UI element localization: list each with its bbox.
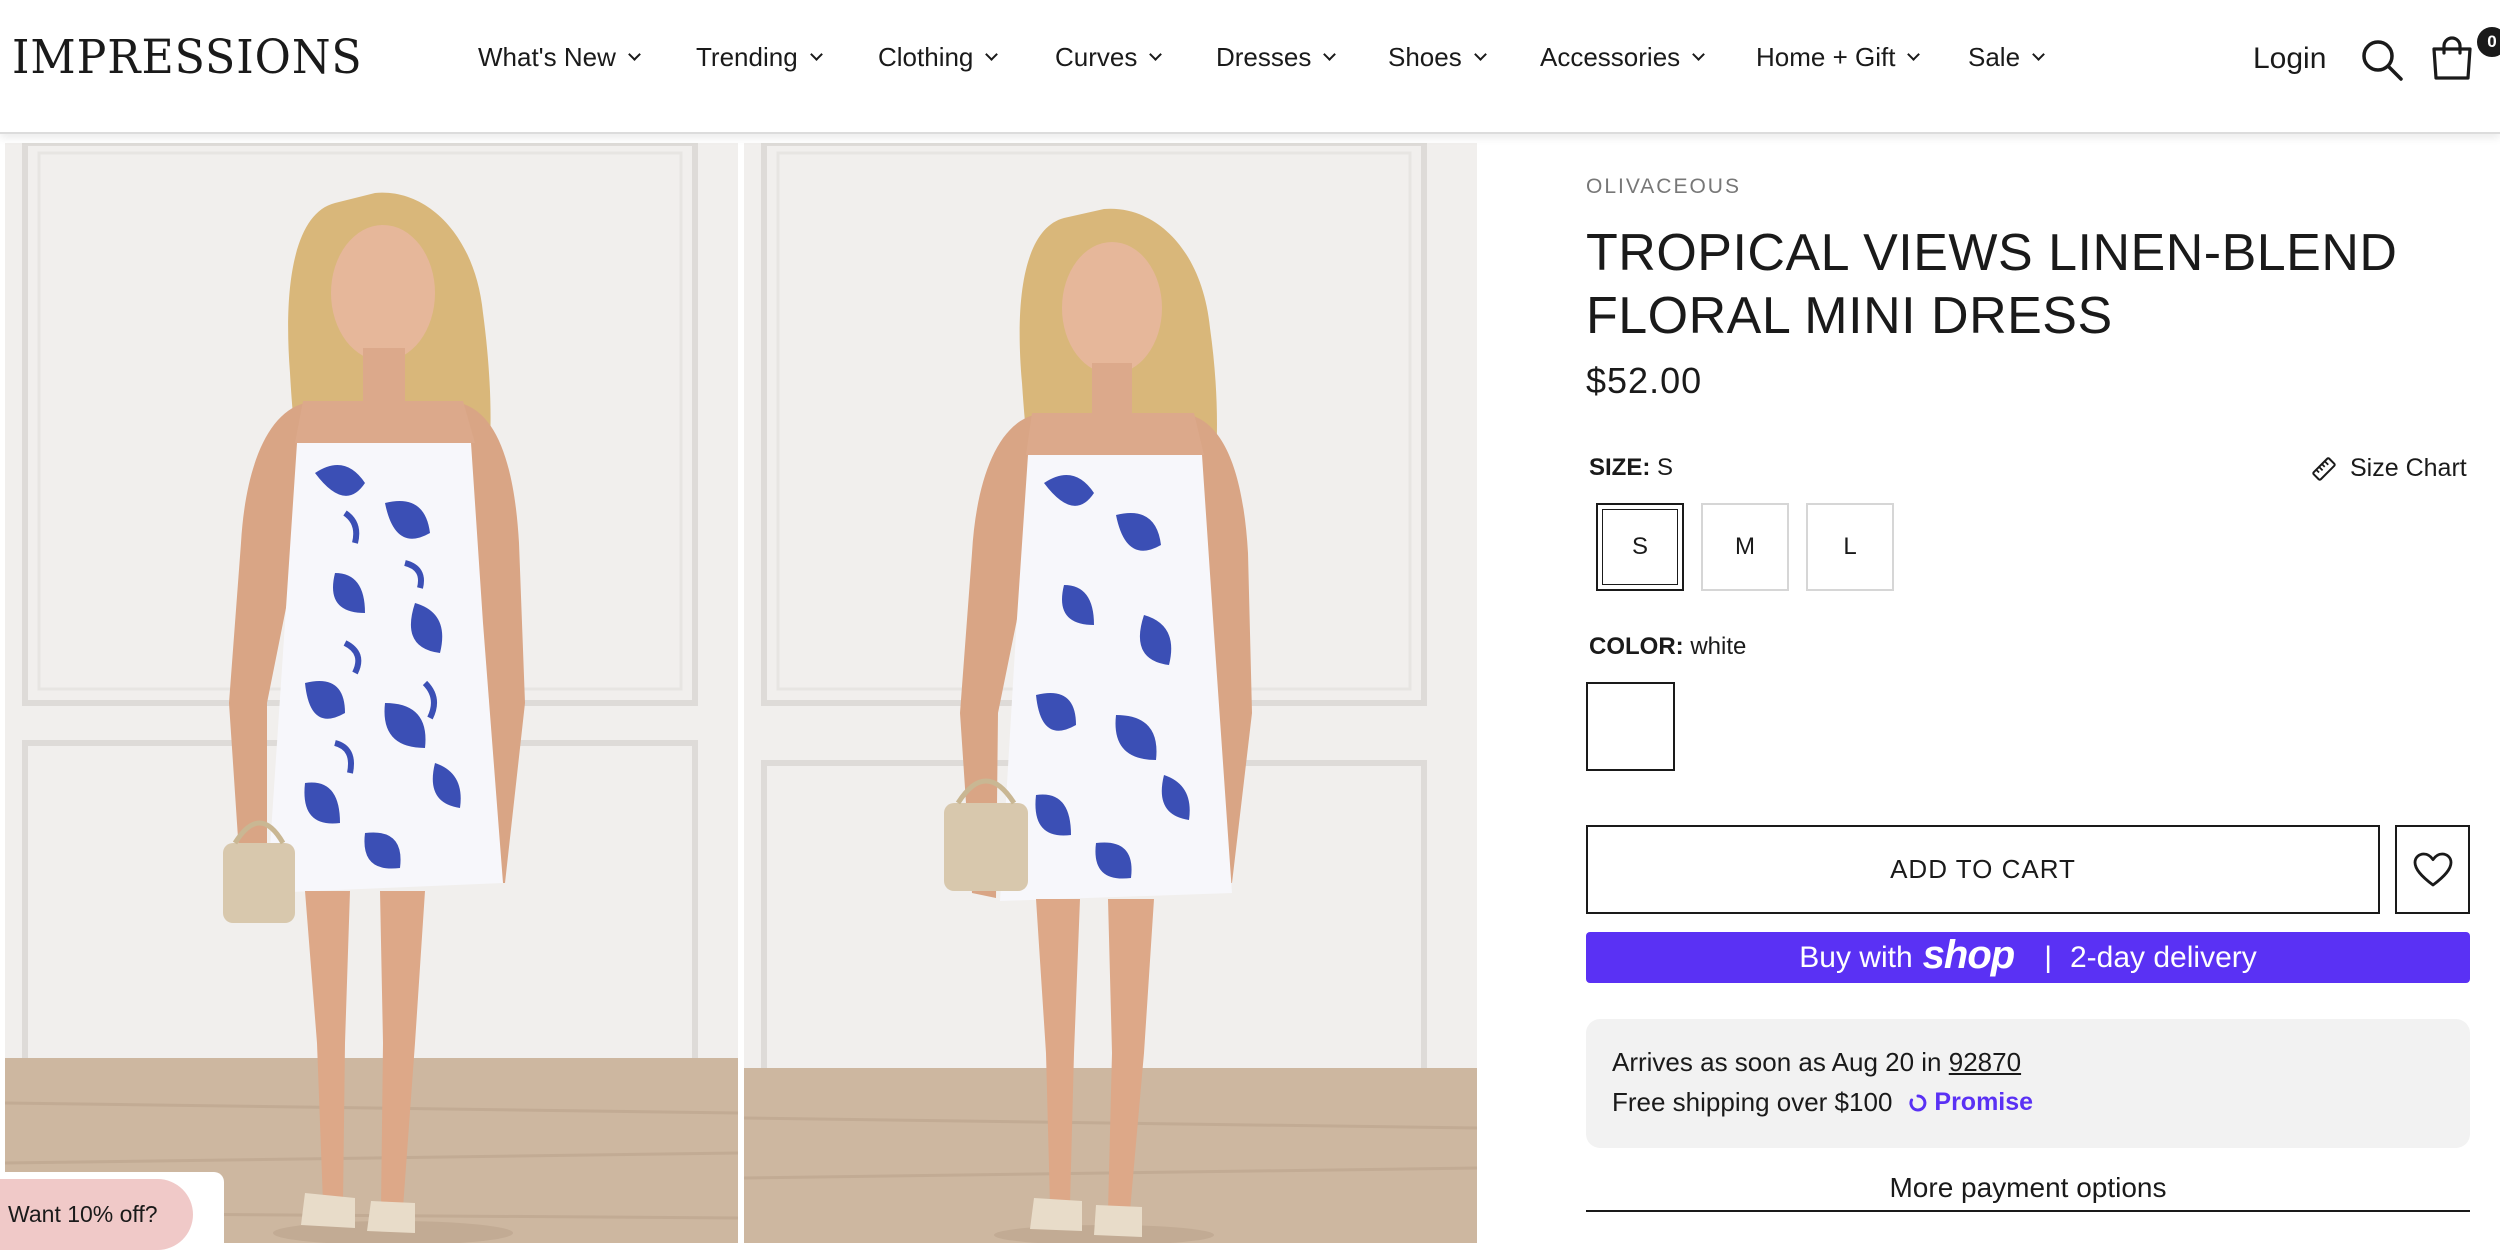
search-icon[interactable] xyxy=(2360,38,2404,82)
nav-item-label: What's New xyxy=(478,42,616,72)
shop-pay-logo: shop xyxy=(1922,933,2016,977)
nav-item-curves[interactable]: Curves xyxy=(1055,42,1216,73)
nav-item-label: Shoes xyxy=(1388,42,1462,72)
arrival-text: Arrives as soon as Aug 20 in xyxy=(1612,1047,1942,1077)
nav-item-shoes[interactable]: Shoes xyxy=(1388,42,1540,73)
nav-item-clothing[interactable]: Clothing xyxy=(878,42,1055,73)
nav-item-label: Sale xyxy=(1968,42,2021,72)
nav-item-accessories[interactable]: Accessories xyxy=(1540,42,1756,73)
delivery-estimate-box: Arrives as soon as Aug 20 in 92870 Free … xyxy=(1586,1019,2470,1148)
nav-item-home-gift[interactable]: Home + Gift xyxy=(1756,42,1968,73)
promise-label: Promise xyxy=(1934,1088,2034,1116)
login-link[interactable]: Login xyxy=(2253,42,2326,76)
product-price: $52.00 xyxy=(1586,360,1703,401)
color-label-text: COLOR: xyxy=(1589,633,1684,660)
arrival-estimate: Arrives as soon as Aug 20 in 92870 xyxy=(1612,1047,2021,1078)
size-chart-label: Size Chart xyxy=(2350,454,2467,482)
size-option-s[interactable]: S xyxy=(1596,503,1684,591)
nav-item-dresses[interactable]: Dresses xyxy=(1216,42,1388,73)
size-label-text: SIZE: xyxy=(1589,454,1651,481)
add-to-cart-button[interactable]: ADD TO CART xyxy=(1586,825,2380,914)
size-chart-link[interactable]: Size Chart xyxy=(2312,454,2467,483)
chevron-down-icon xyxy=(1692,48,1706,61)
chevron-down-icon xyxy=(809,48,823,61)
size-selected-value: S xyxy=(1657,454,1674,481)
free-shipping-text: Free shipping over $100 xyxy=(1612,1087,1893,1117)
more-payment-options-link[interactable]: More payment options xyxy=(1586,1172,2470,1212)
chevron-down-icon xyxy=(1149,48,1163,61)
nav-item-trending[interactable]: Trending xyxy=(696,42,878,73)
product-vendor[interactable]: OLIVACEOUS xyxy=(1586,175,1741,199)
color-option-label: COLOR: white xyxy=(1589,633,1746,661)
nav-item-whats-new[interactable]: What's New xyxy=(478,42,696,73)
chevron-down-icon xyxy=(1473,48,1487,61)
shop-pay-button[interactable]: Buy with shop | 2-day delivery xyxy=(1586,932,2470,983)
discount-promo-button[interactable]: Want 10% off? xyxy=(0,1179,193,1250)
ruler-icon xyxy=(2312,456,2336,481)
wishlist-button[interactable] xyxy=(2395,825,2470,914)
cart-count-badge: 0 xyxy=(2474,24,2500,60)
chevron-down-icon xyxy=(985,48,999,61)
color-swatch-white[interactable] xyxy=(1586,682,1675,771)
product-photo-angle[interactable] xyxy=(744,143,1477,1243)
product-photo-front[interactable] xyxy=(5,143,738,1243)
zip-code-link[interactable]: 92870 xyxy=(1949,1047,2021,1077)
nav-item-label: Accessories xyxy=(1540,42,1681,72)
chevron-down-icon xyxy=(1907,48,1921,61)
shop-pay-prefix: Buy with xyxy=(1799,940,1913,974)
nav-item-label: Dresses xyxy=(1216,42,1312,72)
chevron-down-icon xyxy=(1323,48,1337,61)
size-option-label: SIZE: S xyxy=(1589,454,1673,482)
size-option-l[interactable]: L xyxy=(1806,503,1894,591)
heart-icon xyxy=(2413,852,2452,886)
nav-item-sale[interactable]: Sale xyxy=(1968,42,2068,73)
size-option-m[interactable]: M xyxy=(1701,503,1789,591)
chevron-down-icon xyxy=(628,48,641,61)
shop-pay-separator: | xyxy=(2044,940,2052,974)
product-title: TROPICAL VIEWS LINEN-BLEND FLORAL MINI D… xyxy=(1586,224,2398,345)
main-nav: What's New Trending Clothing Curves Dres… xyxy=(478,42,2068,73)
shopping-bag-icon[interactable] xyxy=(2428,34,2476,82)
promise-badge[interactable]: Promise xyxy=(1908,1088,2033,1117)
color-selected-value: white xyxy=(1690,633,1747,660)
shop-pay-delivery: 2-day delivery xyxy=(2069,940,2257,974)
nav-item-label: Home + Gift xyxy=(1756,42,1896,72)
site-logo[interactable]: IMPRESSIONS xyxy=(12,30,363,85)
free-shipping-line: Free shipping over $100 Promise xyxy=(1612,1087,2033,1118)
promise-logo-icon xyxy=(1909,1094,1927,1111)
nav-item-label: Clothing xyxy=(878,42,974,72)
chevron-down-icon xyxy=(2032,48,2045,61)
nav-item-label: Trending xyxy=(696,42,798,72)
nav-item-label: Curves xyxy=(1055,42,1138,72)
site-header: IMPRESSIONS What's New Trending Clothing… xyxy=(0,0,2500,134)
